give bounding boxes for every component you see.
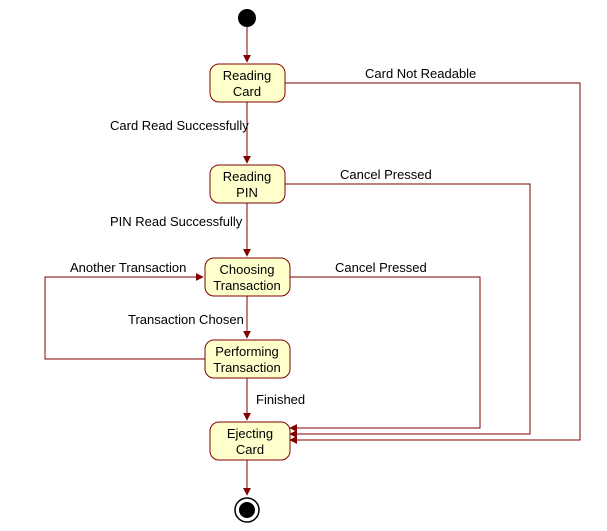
label-pin-read-success: PIN Read Successfully bbox=[110, 214, 243, 229]
edge-cancel-from-pin bbox=[285, 184, 530, 434]
state-performing-transaction-line1: Performing bbox=[215, 344, 279, 359]
label-finished: Finished bbox=[256, 392, 305, 407]
edge-cancel-from-choose bbox=[290, 277, 480, 428]
label-transaction-chosen: Transaction Chosen bbox=[128, 312, 244, 327]
state-ejecting-card-line1: Ejecting bbox=[227, 426, 273, 441]
edge-card-not-readable bbox=[285, 83, 580, 440]
state-performing-transaction-line2: Transaction bbox=[213, 360, 280, 375]
label-another-transaction: Another Transaction bbox=[70, 260, 186, 275]
state-reading-pin-line2: PIN bbox=[236, 185, 258, 200]
label-cancel-from-pin: Cancel Pressed bbox=[340, 167, 432, 182]
state-choosing-transaction-line2: Transaction bbox=[213, 278, 280, 293]
state-reading-pin-line1: Reading bbox=[223, 169, 271, 184]
initial-state bbox=[238, 9, 256, 27]
final-state bbox=[235, 498, 259, 522]
state-choosing-transaction-line1: Choosing bbox=[220, 262, 275, 277]
state-reading-card-line1: Reading bbox=[223, 68, 271, 83]
label-cancel-from-choose: Cancel Pressed bbox=[335, 260, 427, 275]
label-card-not-readable: Card Not Readable bbox=[365, 66, 476, 81]
state-reading-card-line2: Card bbox=[233, 84, 261, 99]
label-card-read-success: Card Read Successfully bbox=[110, 118, 249, 133]
state-ejecting-card-line2: Card bbox=[236, 442, 264, 457]
